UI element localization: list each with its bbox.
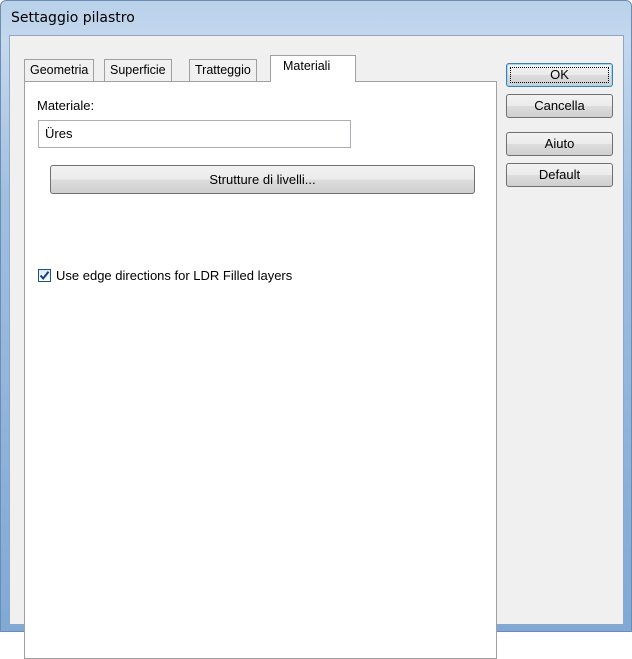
- tab-geometria[interactable]: Geometria: [24, 59, 95, 81]
- ok-button[interactable]: OK: [506, 63, 613, 87]
- cancel-button[interactable]: Cancella: [506, 94, 613, 118]
- tab-superficie[interactable]: Superficie: [104, 59, 172, 81]
- checkmark-icon: [39, 271, 50, 281]
- edge-directions-checkbox[interactable]: [38, 269, 51, 282]
- window-title: Settaggio pilastro: [11, 10, 135, 26]
- material-label: Materiale:: [37, 98, 95, 113]
- help-button[interactable]: Aiuto: [506, 132, 613, 156]
- tab-tratteggio[interactable]: Tratteggio: [189, 59, 257, 81]
- materiali-panel: Materiale: Üres Strutture di livelli... …: [24, 81, 497, 659]
- title-bar[interactable]: Settaggio pilastro: [1, 1, 631, 35]
- dialog-client-area: Geometria Superficie Tratteggio Material…: [9, 35, 624, 659]
- layer-structures-button[interactable]: Strutture di livelli...: [50, 165, 475, 194]
- material-field[interactable]: Üres: [38, 120, 351, 148]
- dialog-window: Settaggio pilastro Geometria Superficie …: [0, 0, 632, 659]
- edge-directions-label: Use edge directions for LDR Filled layer…: [56, 268, 293, 283]
- edge-directions-option[interactable]: Use edge directions for LDR Filled layer…: [38, 268, 292, 283]
- focus-rectangle: [510, 67, 609, 83]
- default-button[interactable]: Default: [506, 163, 613, 187]
- tab-strip: Geometria Superficie Tratteggio Material…: [24, 55, 494, 82]
- tab-materiali[interactable]: Materiali: [270, 55, 356, 82]
